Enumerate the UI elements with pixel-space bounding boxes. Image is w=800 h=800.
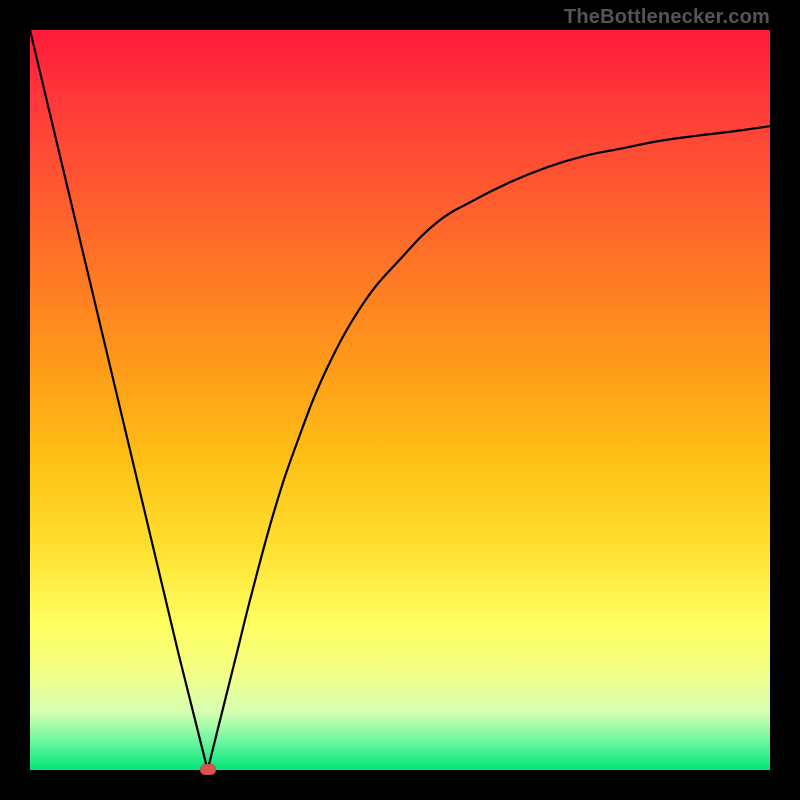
plot-area bbox=[30, 30, 770, 770]
attribution-label: TheBottlenecker.com bbox=[564, 6, 770, 29]
chart-frame: TheBottlenecker.com bbox=[0, 0, 800, 800]
bottleneck-curve bbox=[30, 30, 770, 770]
optimal-point-marker bbox=[200, 764, 216, 775]
